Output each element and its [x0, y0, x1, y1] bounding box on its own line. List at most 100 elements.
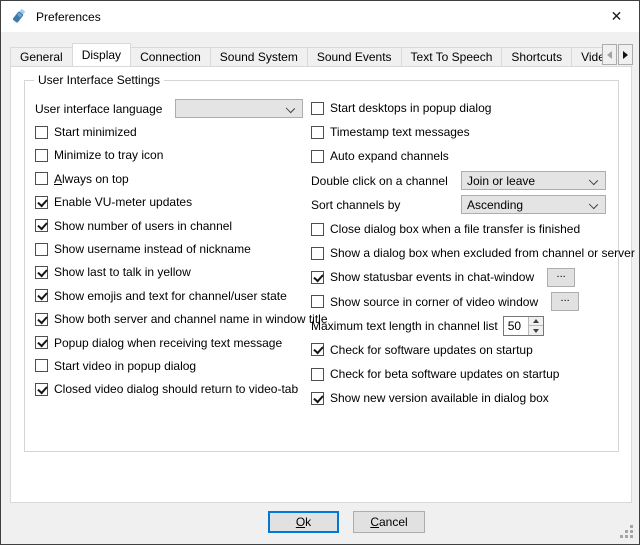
checkbox-label: Auto expand channels: [330, 149, 449, 163]
check-always-on-top[interactable]: Always on top: [35, 167, 311, 190]
check-last-to-talk[interactable]: Show last to talk in yellow: [35, 261, 311, 284]
spinner-value: 50: [504, 317, 528, 335]
checkbox[interactable]: [35, 383, 48, 396]
tab-display[interactable]: Display: [72, 43, 131, 66]
check-server-channel-title[interactable]: Show both server and channel name in win…: [35, 308, 311, 331]
spin-up-button[interactable]: [529, 317, 543, 326]
check-desktops-popup[interactable]: Start desktops in popup dialog: [311, 96, 606, 120]
checkbox[interactable]: [35, 126, 48, 139]
tab-general[interactable]: General: [10, 47, 73, 66]
double-click-label: Double click on a channel: [311, 174, 448, 188]
checkbox-label: Close dialog box when a file transfer is…: [330, 222, 580, 236]
cancel-button-label: Cancel: [370, 515, 407, 529]
sort-channels-combo[interactable]: Ascending: [461, 195, 606, 214]
resize-grip-icon[interactable]: [620, 525, 634, 539]
language-label: User interface language: [35, 102, 175, 116]
sort-channels-row: Sort channels by Ascending: [311, 193, 606, 217]
max-text-length-row: Maximum text length in channel list 50: [311, 314, 606, 338]
video-source-browse-button[interactable]: ...: [551, 292, 579, 311]
checkbox-label: Start desktops in popup dialog: [330, 101, 491, 115]
max-text-length-spinner[interactable]: 50: [503, 316, 544, 336]
tab-video[interactable]: Video: [571, 47, 604, 66]
check-close-on-transfer[interactable]: Close dialog box when a file transfer is…: [311, 217, 606, 241]
check-excluded-dialog[interactable]: Show a dialog box when excluded from cha…: [311, 241, 606, 265]
check-beta-updates[interactable]: Check for beta software updates on start…: [311, 362, 606, 386]
tab-bar: General Display Connection Sound System …: [10, 42, 604, 66]
tab-connection[interactable]: Connection: [130, 47, 211, 66]
check-start-minimized[interactable]: Start minimized: [35, 120, 311, 143]
max-text-length-label: Maximum text length in channel list: [311, 319, 498, 333]
tab-sound-system[interactable]: Sound System: [210, 47, 308, 66]
checkbox[interactable]: [35, 336, 48, 349]
checkbox[interactable]: [35, 266, 48, 279]
tab-scroll-right-button[interactable]: [618, 44, 633, 65]
checkbox-label: Show new version available in dialog box: [330, 391, 549, 405]
checkbox[interactable]: [311, 102, 324, 115]
arrow-down-icon: [533, 329, 539, 333]
checkbox[interactable]: [35, 219, 48, 232]
check-video-popup[interactable]: Start video in popup dialog: [35, 354, 311, 377]
ok-button-label: Ok: [296, 515, 311, 529]
ok-button[interactable]: Ok: [268, 511, 339, 533]
titlebar: Preferences ✕: [1, 1, 639, 32]
check-video-source-corner[interactable]: Show source in corner of video window ..…: [311, 290, 606, 314]
window-title: Preferences: [36, 10, 101, 24]
checkbox[interactable]: [311, 295, 324, 308]
statusbar-events-browse-button[interactable]: ...: [547, 268, 575, 287]
arrow-up-icon: [533, 319, 539, 323]
check-statusbar-events[interactable]: Show statusbar events in chat-window ...: [311, 265, 606, 289]
check-new-version-dialog[interactable]: Show new version available in dialog box: [311, 386, 606, 410]
check-show-username[interactable]: Show username instead of nickname: [35, 237, 311, 260]
checkbox[interactable]: [35, 243, 48, 256]
user-interface-settings-group: User Interface Settings User interface l…: [24, 80, 619, 452]
preferences-dialog: Preferences ✕ General Display Connection…: [0, 0, 640, 545]
checkbox[interactable]: [35, 359, 48, 372]
checkbox[interactable]: [311, 343, 324, 356]
checkbox-label: Timestamp text messages: [330, 125, 470, 139]
double-click-combo-value: Join or leave: [467, 174, 535, 188]
language-combo[interactable]: [175, 99, 303, 118]
checkbox-label: Closed video dialog should return to vid…: [54, 382, 298, 396]
check-software-updates[interactable]: Check for software updates on startup: [311, 338, 606, 362]
tab-scroll-left-button[interactable]: [602, 44, 617, 65]
checkbox[interactable]: [311, 368, 324, 381]
checkbox[interactable]: [311, 150, 324, 163]
checkbox[interactable]: [35, 149, 48, 162]
checkbox-label: Show statusbar events in chat-window: [330, 270, 534, 284]
left-column: User interface language Start minimized …: [35, 97, 311, 401]
check-emojis-text-state[interactable]: Show emojis and text for channel/user st…: [35, 284, 311, 307]
checkbox-label: Check for beta software updates on start…: [330, 367, 559, 381]
tab-text-to-speech[interactable]: Text To Speech: [401, 47, 503, 66]
checkbox-label: Popup dialog when receiving text message: [54, 336, 282, 350]
groupbox-title: User Interface Settings: [34, 73, 164, 87]
double-click-combo[interactable]: Join or leave: [461, 171, 606, 190]
checkbox[interactable]: [35, 289, 48, 302]
check-minimize-to-tray[interactable]: Minimize to tray icon: [35, 144, 311, 167]
sort-channels-label: Sort channels by: [311, 198, 400, 212]
checkbox[interactable]: [311, 223, 324, 236]
check-popup-text-message[interactable]: Popup dialog when receiving text message: [35, 331, 311, 354]
tab-shortcuts[interactable]: Shortcuts: [501, 47, 572, 66]
checkbox[interactable]: [311, 271, 324, 284]
tab-sound-events[interactable]: Sound Events: [307, 47, 402, 66]
check-show-user-count[interactable]: Show number of users in channel: [35, 214, 311, 237]
checkbox-label: Start minimized: [54, 125, 137, 139]
checkbox[interactable]: [311, 247, 324, 260]
tab-scrollers: [602, 44, 633, 65]
spinner-buttons: [528, 317, 543, 335]
checkbox[interactable]: [311, 126, 324, 139]
checkbox[interactable]: [311, 392, 324, 405]
check-auto-expand-channels[interactable]: Auto expand channels: [311, 144, 606, 168]
cancel-button[interactable]: Cancel: [353, 511, 425, 533]
spin-down-button[interactable]: [529, 325, 543, 335]
check-vu-meter-updates[interactable]: Enable VU-meter updates: [35, 191, 311, 214]
checkbox[interactable]: [35, 172, 48, 185]
close-icon[interactable]: ✕: [594, 1, 639, 31]
check-closed-video-return[interactable]: Closed video dialog should return to vid…: [35, 378, 311, 401]
checkbox-label: Show username instead of nickname: [54, 242, 251, 256]
checkbox-label: Show number of users in channel: [54, 219, 232, 233]
check-timestamp-messages[interactable]: Timestamp text messages: [311, 120, 606, 144]
checkbox[interactable]: [35, 313, 48, 326]
checkbox[interactable]: [35, 196, 48, 209]
chevron-down-icon: [589, 176, 598, 185]
